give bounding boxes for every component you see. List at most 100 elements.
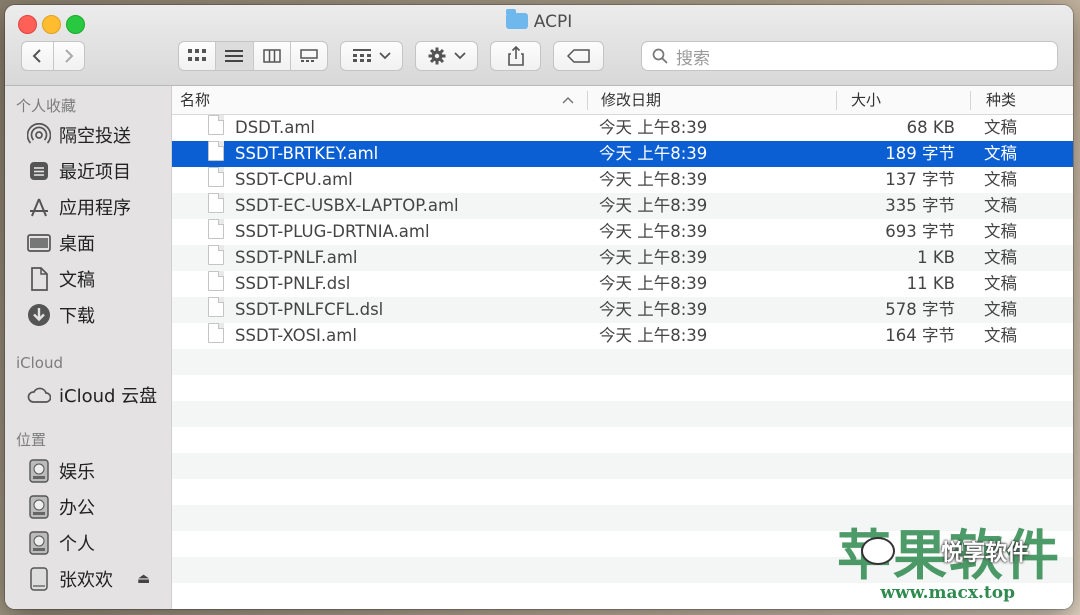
file-row[interactable]: SSDT-PNLFCFL.dsl 今天 上午8:39 578 字节 文稿 bbox=[172, 297, 1073, 323]
tag-icon bbox=[566, 49, 590, 63]
file-row[interactable]: SSDT-BRTKEY.aml 今天 上午8:39 189 字节 文稿 bbox=[172, 141, 1073, 167]
file-row[interactable]: SSDT-PNLF.aml 今天 上午8:39 1 KB 文稿 bbox=[172, 245, 1073, 271]
document-icon bbox=[208, 245, 224, 265]
file-list: 名称 修改日期 大小 种类 DSDT.aml 今天 上午8:39 68 KB 文稿 SS… bbox=[172, 86, 1073, 609]
documents-icon bbox=[27, 267, 51, 291]
file-kind: 文稿 bbox=[984, 300, 1017, 319]
file-kind: 文稿 bbox=[984, 248, 1017, 267]
sidebar-item-label: iCloud 云盘 bbox=[59, 386, 158, 407]
column-divider[interactable] bbox=[970, 91, 971, 110]
sidebar-item-icloud-drive[interactable]: iCloud 云盘 bbox=[27, 382, 157, 408]
document-icon bbox=[208, 323, 224, 343]
disk-icon bbox=[27, 531, 51, 555]
sidebar-item-applications[interactable]: 应用程序 bbox=[27, 194, 131, 220]
sidebar-item-label: 文稿 bbox=[59, 270, 95, 291]
recents-icon bbox=[27, 159, 51, 183]
sidebar-item-airdrop[interactable]: 隔空投送 bbox=[27, 122, 131, 148]
back-forward-control bbox=[21, 41, 85, 71]
file-name: SSDT-PNLF.aml bbox=[235, 248, 358, 267]
tag-button[interactable] bbox=[553, 41, 604, 71]
watermark: 苹果软件 悦享软件 www.macx.top bbox=[805, 511, 1065, 603]
file-size: 693 字节 bbox=[885, 222, 955, 241]
list-icon bbox=[225, 50, 244, 62]
wechat-icon bbox=[861, 537, 895, 565]
search-field[interactable]: 搜索 bbox=[641, 41, 1058, 71]
watermark-account: 悦享软件 bbox=[940, 541, 1029, 566]
chevron-right-icon bbox=[65, 49, 74, 63]
empty-row bbox=[172, 401, 1073, 427]
forward-button[interactable] bbox=[54, 42, 85, 70]
sidebar-item-label: 张欢欢 bbox=[59, 570, 113, 591]
file-size: 137 字节 bbox=[885, 170, 955, 189]
locations-heading: 位置 bbox=[16, 431, 47, 449]
document-icon bbox=[208, 115, 224, 135]
column-divider[interactable] bbox=[836, 91, 837, 110]
file-name: DSDT.aml bbox=[235, 118, 316, 137]
applications-icon bbox=[27, 195, 51, 219]
list-view-button[interactable] bbox=[216, 42, 254, 70]
sidebar-item-documents[interactable]: 文稿 bbox=[27, 266, 95, 292]
file-size: 578 字节 bbox=[885, 300, 955, 319]
column-size-header[interactable]: 大小 bbox=[851, 86, 881, 114]
disk-icon bbox=[27, 495, 51, 519]
sidebar-item-downloads[interactable]: 下载 bbox=[27, 302, 95, 328]
chevron-down-icon bbox=[453, 52, 466, 60]
column-divider[interactable] bbox=[587, 91, 588, 110]
watermark-url: www.macx.top bbox=[880, 583, 1015, 603]
sidebar-item-label: 桌面 bbox=[59, 234, 95, 255]
chevron-left-icon bbox=[32, 49, 41, 63]
file-name: SSDT-PNLF.dsl bbox=[235, 274, 351, 293]
share-icon bbox=[507, 46, 524, 66]
document-icon bbox=[208, 297, 224, 317]
file-name: SSDT-XOSI.aml bbox=[235, 326, 357, 345]
empty-row bbox=[172, 375, 1073, 401]
sidebar-item-recents[interactable]: 最近项目 bbox=[27, 158, 131, 184]
file-row[interactable]: SSDT-PLUG-DRTNIA.aml 今天 上午8:39 693 字节 文稿 bbox=[172, 219, 1073, 245]
file-row[interactable]: SSDT-CPU.aml 今天 上午8:39 137 字节 文稿 bbox=[172, 167, 1073, 193]
empty-row bbox=[172, 427, 1073, 453]
file-date: 今天 上午8:39 bbox=[599, 144, 708, 163]
file-name: SSDT-CPU.aml bbox=[235, 170, 353, 189]
column-date-header[interactable]: 修改日期 bbox=[601, 86, 661, 114]
column-kind-header[interactable]: 种类 bbox=[986, 86, 1016, 114]
share-button[interactable] bbox=[490, 41, 541, 71]
external-disk-icon bbox=[27, 567, 51, 591]
column-view-button[interactable] bbox=[254, 42, 291, 70]
file-name: SSDT-BRTKEY.aml bbox=[235, 144, 379, 163]
sidebar-item-external-disk[interactable]: 张欢欢 bbox=[27, 566, 113, 592]
file-size: 68 KB bbox=[906, 118, 955, 137]
sidebar-item-label: 最近项目 bbox=[59, 162, 131, 183]
sidebar-item-desktop[interactable]: 桌面 bbox=[27, 230, 95, 256]
sidebar-item-disk-office[interactable]: 办公 bbox=[27, 494, 95, 520]
file-name: SSDT-EC-USBX-LAPTOP.aml bbox=[235, 196, 459, 215]
file-kind: 文稿 bbox=[984, 326, 1017, 345]
file-row[interactable]: SSDT-EC-USBX-LAPTOP.aml 今天 上午8:39 335 字节 文稿 bbox=[172, 193, 1073, 219]
eject-icon[interactable]: ⏏ bbox=[137, 571, 150, 587]
back-button[interactable] bbox=[22, 42, 54, 70]
file-row[interactable]: SSDT-XOSI.aml 今天 上午8:39 164 字节 文稿 bbox=[172, 323, 1073, 349]
column-name-header[interactable]: 名称 bbox=[180, 86, 210, 114]
file-date: 今天 上午8:39 bbox=[599, 248, 708, 267]
gallery-view-button[interactable] bbox=[291, 42, 327, 70]
file-row[interactable]: SSDT-PNLF.dsl 今天 上午8:39 11 KB 文稿 bbox=[172, 271, 1073, 297]
file-kind: 文稿 bbox=[984, 118, 1017, 137]
finder-window: ACPI 搜索 个人收藏 隔空投送 最近项目 应用程序 桌面 文稿 下载 iCl… bbox=[5, 5, 1073, 609]
file-row[interactable]: DSDT.aml 今天 上午8:39 68 KB 文稿 bbox=[172, 115, 1073, 141]
sidebar-item-label: 娱乐 bbox=[59, 462, 95, 483]
sidebar-item-disk-personal[interactable]: 个人 bbox=[27, 530, 95, 556]
sidebar-item-disk-yule[interactable]: 娱乐 bbox=[27, 458, 95, 484]
sidebar-item-label: 下载 bbox=[59, 306, 95, 327]
group-by-button[interactable] bbox=[340, 41, 403, 71]
view-mode-control bbox=[178, 41, 328, 71]
document-icon bbox=[208, 193, 224, 213]
action-button[interactable] bbox=[415, 41, 478, 71]
file-size: 335 字节 bbox=[885, 196, 955, 215]
file-date: 今天 上午8:39 bbox=[599, 274, 708, 293]
sidebar-item-label: 隔空投送 bbox=[59, 126, 131, 147]
desktop-icon bbox=[27, 231, 51, 255]
disk-icon bbox=[27, 459, 51, 483]
document-icon bbox=[208, 141, 224, 161]
gallery-icon bbox=[300, 49, 318, 62]
file-size: 11 KB bbox=[906, 274, 955, 293]
icon-view-button[interactable] bbox=[179, 42, 217, 70]
